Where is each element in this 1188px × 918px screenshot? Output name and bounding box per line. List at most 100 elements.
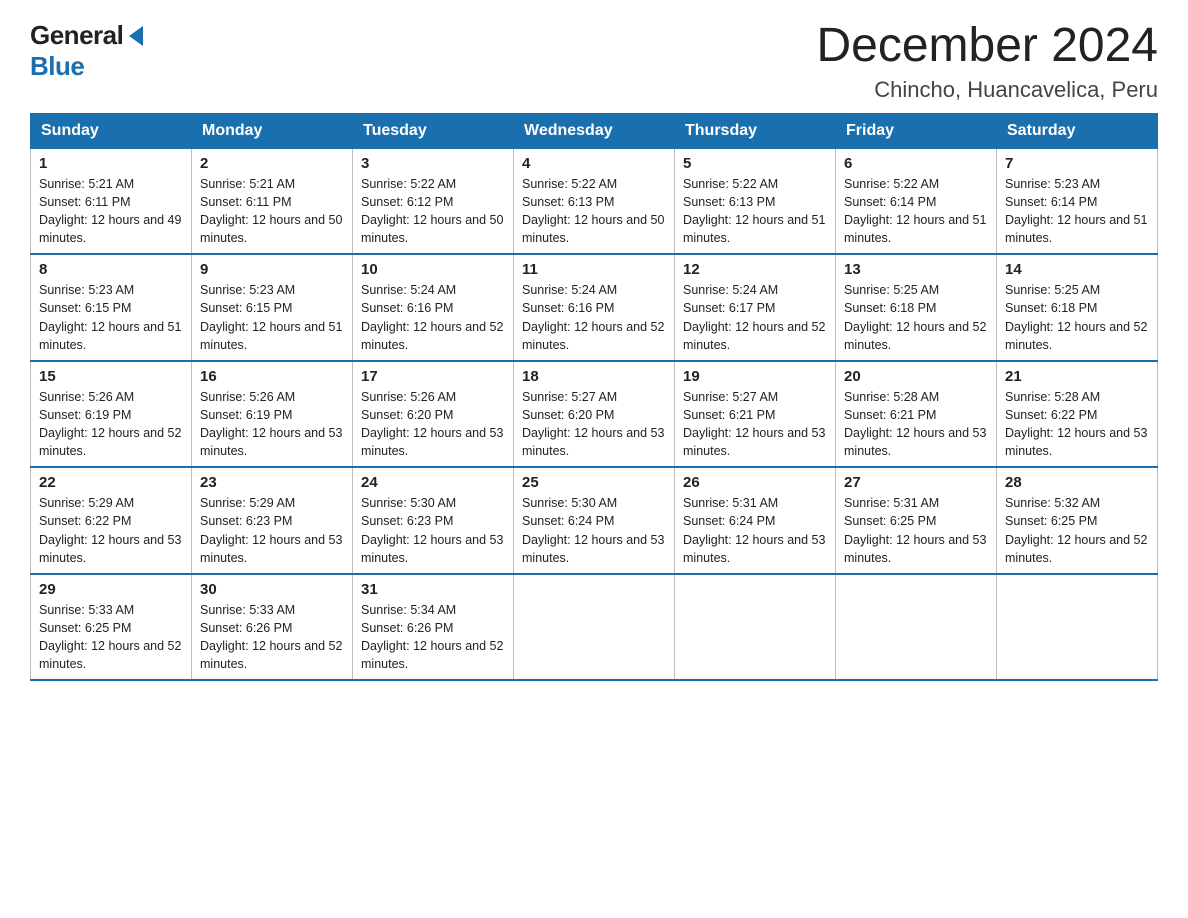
day-number: 5 (683, 155, 827, 172)
calendar-cell: 19 Sunrise: 5:27 AMSunset: 6:21 PMDaylig… (675, 361, 836, 468)
calendar-cell: 30 Sunrise: 5:33 AMSunset: 6:26 PMDaylig… (192, 574, 353, 681)
day-info: Sunrise: 5:28 AMSunset: 6:21 PMDaylight:… (844, 390, 986, 458)
day-info: Sunrise: 5:23 AMSunset: 6:14 PMDaylight:… (1005, 177, 1147, 245)
day-number: 24 (361, 474, 505, 491)
day-number: 22 (39, 474, 183, 491)
day-info: Sunrise: 5:33 AMSunset: 6:25 PMDaylight:… (39, 603, 181, 671)
day-info: Sunrise: 5:21 AMSunset: 6:11 PMDaylight:… (39, 177, 181, 245)
day-number: 15 (39, 368, 183, 385)
logo-triangle-icon (129, 26, 143, 46)
calendar-cell (997, 574, 1158, 681)
calendar-cell: 27 Sunrise: 5:31 AMSunset: 6:25 PMDaylig… (836, 467, 997, 574)
day-info: Sunrise: 5:22 AMSunset: 6:14 PMDaylight:… (844, 177, 986, 245)
calendar-week-2: 8 Sunrise: 5:23 AMSunset: 6:15 PMDayligh… (31, 254, 1158, 361)
day-info: Sunrise: 5:22 AMSunset: 6:13 PMDaylight:… (522, 177, 664, 245)
day-info: Sunrise: 5:22 AMSunset: 6:12 PMDaylight:… (361, 177, 503, 245)
day-number: 7 (1005, 155, 1149, 172)
header-tuesday: Tuesday (353, 113, 514, 148)
day-info: Sunrise: 5:24 AMSunset: 6:17 PMDaylight:… (683, 283, 825, 351)
calendar-cell: 6 Sunrise: 5:22 AMSunset: 6:14 PMDayligh… (836, 148, 997, 254)
calendar-cell: 29 Sunrise: 5:33 AMSunset: 6:25 PMDaylig… (31, 574, 192, 681)
calendar-cell (836, 574, 997, 681)
day-info: Sunrise: 5:27 AMSunset: 6:21 PMDaylight:… (683, 390, 825, 458)
day-number: 12 (683, 261, 827, 278)
day-info: Sunrise: 5:30 AMSunset: 6:23 PMDaylight:… (361, 496, 503, 564)
calendar-header: SundayMondayTuesdayWednesdayThursdayFrid… (31, 113, 1158, 148)
calendar-week-5: 29 Sunrise: 5:33 AMSunset: 6:25 PMDaylig… (31, 574, 1158, 681)
day-info: Sunrise: 5:29 AMSunset: 6:22 PMDaylight:… (39, 496, 181, 564)
day-number: 19 (683, 368, 827, 385)
day-number: 14 (1005, 261, 1149, 278)
day-info: Sunrise: 5:22 AMSunset: 6:13 PMDaylight:… (683, 177, 825, 245)
day-info: Sunrise: 5:26 AMSunset: 6:20 PMDaylight:… (361, 390, 503, 458)
day-number: 26 (683, 474, 827, 491)
day-number: 25 (522, 474, 666, 491)
header-wednesday: Wednesday (514, 113, 675, 148)
calendar-cell: 10 Sunrise: 5:24 AMSunset: 6:16 PMDaylig… (353, 254, 514, 361)
header-thursday: Thursday (675, 113, 836, 148)
day-info: Sunrise: 5:23 AMSunset: 6:15 PMDaylight:… (39, 283, 181, 351)
calendar-cell: 12 Sunrise: 5:24 AMSunset: 6:17 PMDaylig… (675, 254, 836, 361)
day-info: Sunrise: 5:29 AMSunset: 6:23 PMDaylight:… (200, 496, 342, 564)
calendar-cell: 18 Sunrise: 5:27 AMSunset: 6:20 PMDaylig… (514, 361, 675, 468)
day-info: Sunrise: 5:26 AMSunset: 6:19 PMDaylight:… (39, 390, 181, 458)
day-number: 16 (200, 368, 344, 385)
day-number: 13 (844, 261, 988, 278)
day-info: Sunrise: 5:21 AMSunset: 6:11 PMDaylight:… (200, 177, 342, 245)
calendar-cell: 1 Sunrise: 5:21 AMSunset: 6:11 PMDayligh… (31, 148, 192, 254)
day-info: Sunrise: 5:27 AMSunset: 6:20 PMDaylight:… (522, 390, 664, 458)
calendar-cell: 16 Sunrise: 5:26 AMSunset: 6:19 PMDaylig… (192, 361, 353, 468)
logo-blue-text: Blue (30, 51, 84, 82)
header-row: SundayMondayTuesdayWednesdayThursdayFrid… (31, 113, 1158, 148)
title-area: December 2024 Chincho, Huancavelica, Per… (816, 20, 1158, 103)
calendar-cell: 8 Sunrise: 5:23 AMSunset: 6:15 PMDayligh… (31, 254, 192, 361)
day-number: 8 (39, 261, 183, 278)
page-subtitle: Chincho, Huancavelica, Peru (816, 77, 1158, 103)
day-number: 1 (39, 155, 183, 172)
day-info: Sunrise: 5:23 AMSunset: 6:15 PMDaylight:… (200, 283, 342, 351)
day-info: Sunrise: 5:31 AMSunset: 6:24 PMDaylight:… (683, 496, 825, 564)
day-number: 9 (200, 261, 344, 278)
logo-general-text: General (30, 20, 123, 51)
calendar-cell: 15 Sunrise: 5:26 AMSunset: 6:19 PMDaylig… (31, 361, 192, 468)
header-saturday: Saturday (997, 113, 1158, 148)
day-info: Sunrise: 5:32 AMSunset: 6:25 PMDaylight:… (1005, 496, 1147, 564)
header-sunday: Sunday (31, 113, 192, 148)
day-info: Sunrise: 5:26 AMSunset: 6:19 PMDaylight:… (200, 390, 342, 458)
calendar-cell: 13 Sunrise: 5:25 AMSunset: 6:18 PMDaylig… (836, 254, 997, 361)
calendar-cell: 31 Sunrise: 5:34 AMSunset: 6:26 PMDaylig… (353, 574, 514, 681)
day-number: 4 (522, 155, 666, 172)
day-info: Sunrise: 5:34 AMSunset: 6:26 PMDaylight:… (361, 603, 503, 671)
day-info: Sunrise: 5:33 AMSunset: 6:26 PMDaylight:… (200, 603, 342, 671)
header-friday: Friday (836, 113, 997, 148)
page-title: December 2024 (816, 20, 1158, 73)
day-number: 20 (844, 368, 988, 385)
day-number: 30 (200, 581, 344, 598)
calendar-cell: 23 Sunrise: 5:29 AMSunset: 6:23 PMDaylig… (192, 467, 353, 574)
calendar-cell: 26 Sunrise: 5:31 AMSunset: 6:24 PMDaylig… (675, 467, 836, 574)
calendar-cell: 3 Sunrise: 5:22 AMSunset: 6:12 PMDayligh… (353, 148, 514, 254)
calendar-body: 1 Sunrise: 5:21 AMSunset: 6:11 PMDayligh… (31, 148, 1158, 680)
day-info: Sunrise: 5:25 AMSunset: 6:18 PMDaylight:… (1005, 283, 1147, 351)
calendar-cell: 11 Sunrise: 5:24 AMSunset: 6:16 PMDaylig… (514, 254, 675, 361)
day-info: Sunrise: 5:25 AMSunset: 6:18 PMDaylight:… (844, 283, 986, 351)
day-number: 2 (200, 155, 344, 172)
calendar-cell: 25 Sunrise: 5:30 AMSunset: 6:24 PMDaylig… (514, 467, 675, 574)
calendar-cell: 5 Sunrise: 5:22 AMSunset: 6:13 PMDayligh… (675, 148, 836, 254)
calendar-week-1: 1 Sunrise: 5:21 AMSunset: 6:11 PMDayligh… (31, 148, 1158, 254)
calendar-cell: 17 Sunrise: 5:26 AMSunset: 6:20 PMDaylig… (353, 361, 514, 468)
calendar-week-4: 22 Sunrise: 5:29 AMSunset: 6:22 PMDaylig… (31, 467, 1158, 574)
calendar-cell: 14 Sunrise: 5:25 AMSunset: 6:18 PMDaylig… (997, 254, 1158, 361)
day-number: 11 (522, 261, 666, 278)
day-info: Sunrise: 5:30 AMSunset: 6:24 PMDaylight:… (522, 496, 664, 564)
day-number: 3 (361, 155, 505, 172)
calendar-table: SundayMondayTuesdayWednesdayThursdayFrid… (30, 113, 1158, 682)
day-number: 27 (844, 474, 988, 491)
calendar-cell: 2 Sunrise: 5:21 AMSunset: 6:11 PMDayligh… (192, 148, 353, 254)
calendar-cell: 4 Sunrise: 5:22 AMSunset: 6:13 PMDayligh… (514, 148, 675, 254)
day-info: Sunrise: 5:28 AMSunset: 6:22 PMDaylight:… (1005, 390, 1147, 458)
day-info: Sunrise: 5:31 AMSunset: 6:25 PMDaylight:… (844, 496, 986, 564)
day-info: Sunrise: 5:24 AMSunset: 6:16 PMDaylight:… (361, 283, 503, 351)
day-number: 29 (39, 581, 183, 598)
calendar-cell (514, 574, 675, 681)
